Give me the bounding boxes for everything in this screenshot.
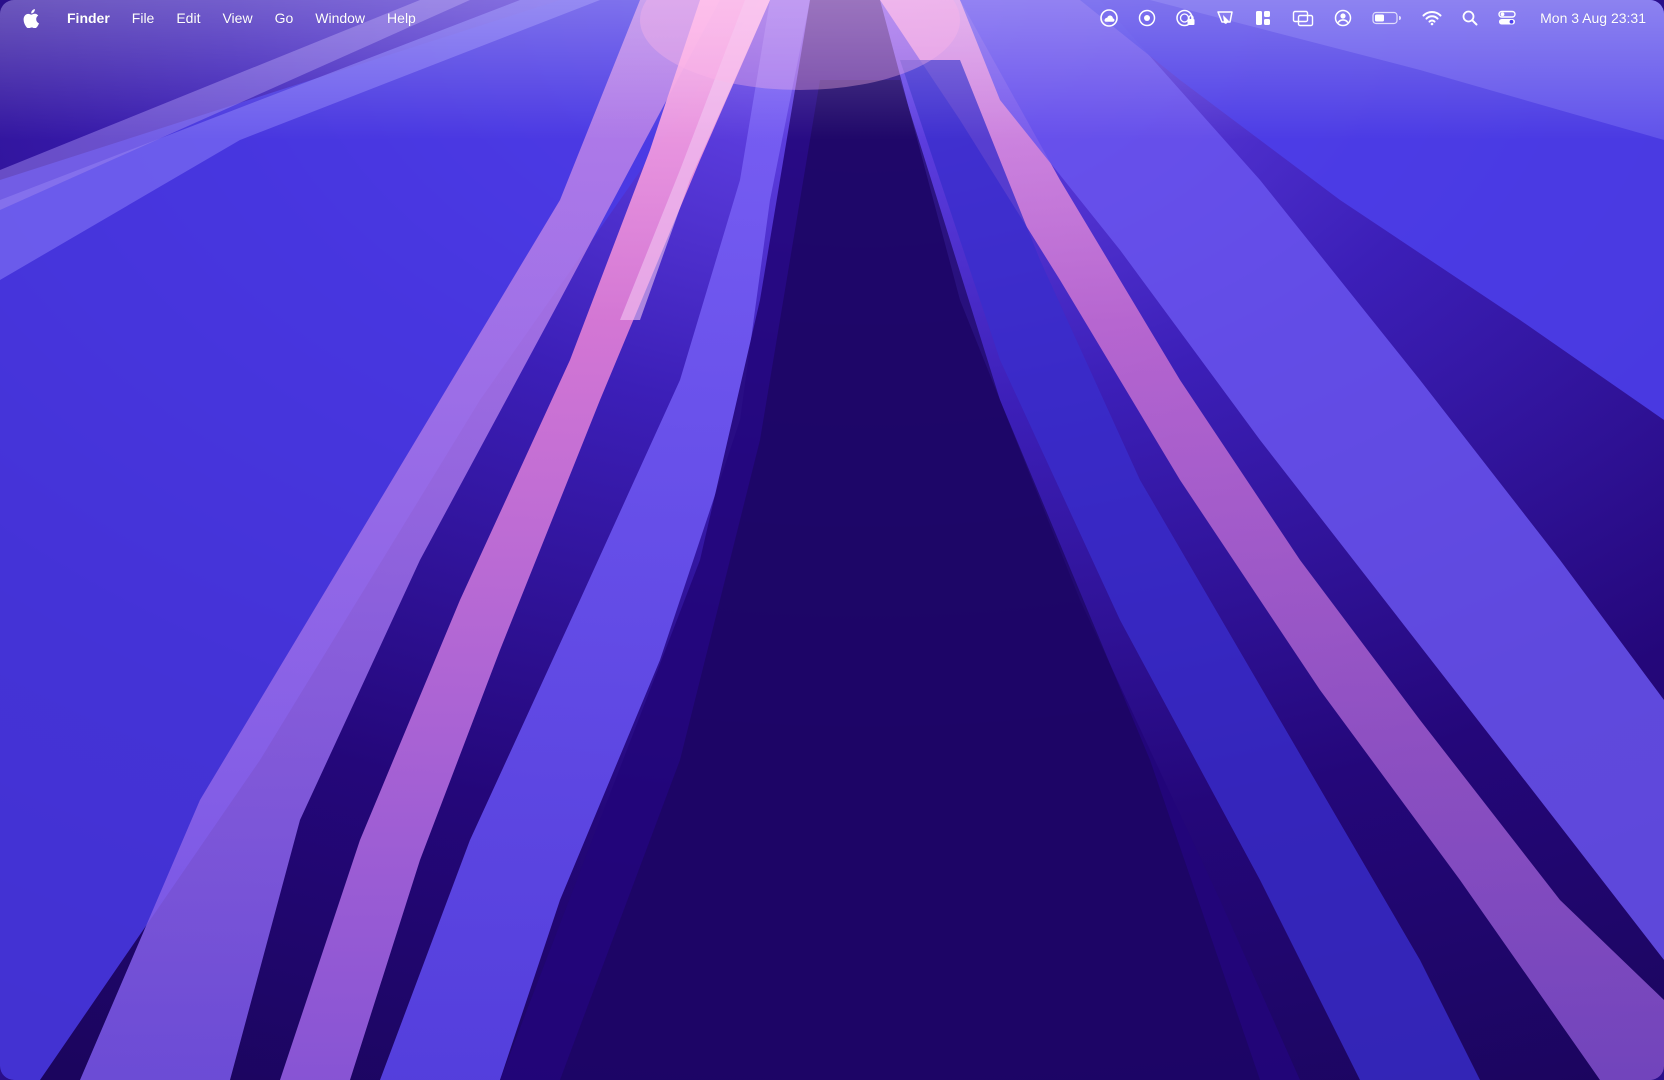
pen-tablet-icon[interactable] [1216,0,1234,36]
menu-view[interactable]: View [211,0,263,36]
display-mirroring-icon[interactable] [1292,0,1314,36]
menu-go[interactable]: Go [264,0,305,36]
control-center-icon[interactable] [1498,0,1516,36]
creative-cloud-icon[interactable] [1100,0,1118,36]
menu-bar-left: Finder File Edit View Go Window Help [0,0,427,36]
menu-file[interactable]: File [121,0,166,36]
menu-app-finder[interactable]: Finder [56,0,121,36]
menu-bar-status-area: Mon 3 Aug 23:31 [1090,0,1664,36]
menu-bar: Finder File Edit View Go Window Help Mon… [0,0,1664,36]
desktop-screen: Finder File Edit View Go Window Help Mon… [0,0,1664,1080]
battery-level-fill [1375,14,1385,22]
wifi-icon[interactable] [1422,0,1442,36]
spotlight-search-icon[interactable] [1462,0,1478,36]
vpn-lock-icon[interactable] [1176,0,1196,36]
window-layout-icon[interactable] [1254,0,1272,36]
apple-logo-icon[interactable] [22,8,40,28]
menu-window[interactable]: Window [304,0,376,36]
menu-edit[interactable]: Edit [165,0,211,36]
battery-icon[interactable] [1372,0,1402,36]
desktop-wallpaper [0,0,1664,1080]
menu-help[interactable]: Help [376,0,427,36]
user-account-icon[interactable] [1334,0,1352,36]
menu-bar-clock[interactable]: Mon 3 Aug 23:31 [1540,0,1646,36]
screen-record-icon[interactable] [1138,0,1156,36]
